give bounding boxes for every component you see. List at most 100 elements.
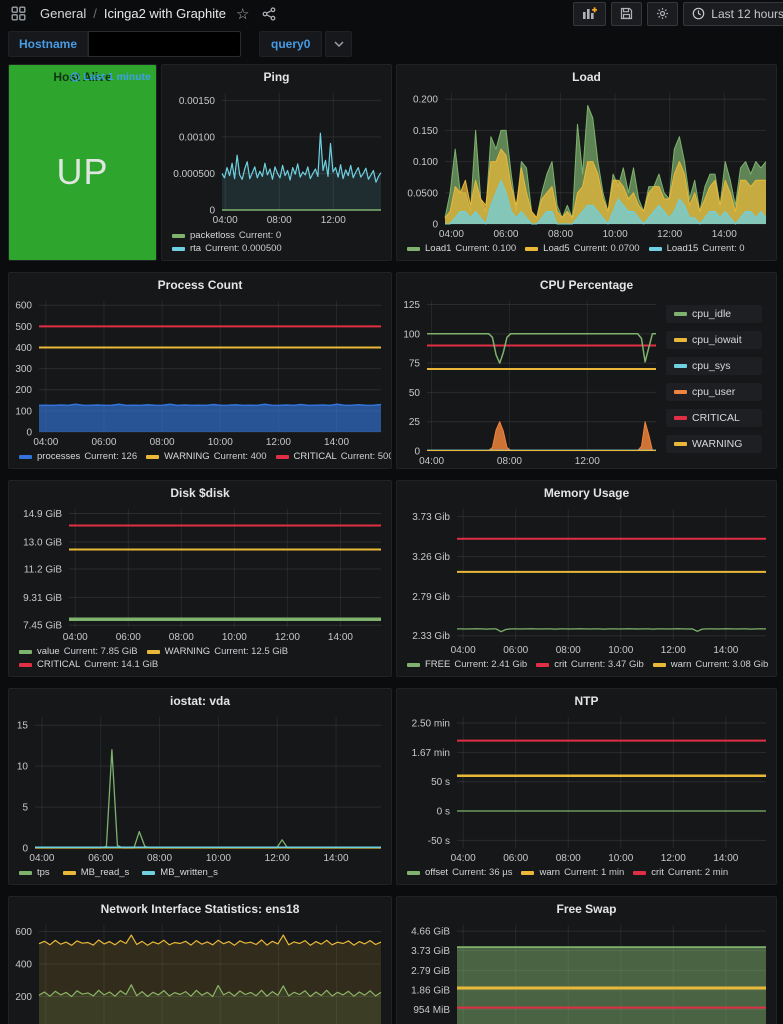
legend-item[interactable]: Load5 Current: 0.0700 — [525, 243, 640, 254]
legend-item[interactable]: rta Current: 0.000500 — [172, 243, 282, 254]
svg-text:3.26 Gib: 3.26 Gib — [412, 552, 450, 563]
hostname-variable-input[interactable] — [88, 31, 242, 57]
ntp-chart[interactable]: 04:00 06:00 08:00 10:00 12:00 14:00 -50 s 0 s 50… — [397, 709, 776, 865]
legend-swatch — [146, 454, 160, 459]
svg-text:2.79 GiB: 2.79 GiB — [411, 966, 450, 977]
svg-text:04:00: 04:00 — [213, 215, 238, 226]
panel-title[interactable]: Load — [397, 65, 776, 85]
breadcrumb-folder[interactable]: General — [40, 6, 86, 21]
chart-svg: 04:00 06:00 08:00 10:00 12:00 14:00 0 100 200 300… — [15, 301, 382, 448]
legend-current-value: Current: 500 — [340, 451, 391, 462]
add-panel-button[interactable] — [573, 1, 607, 26]
dashboard-title[interactable]: Icinga2 with Graphite — [104, 6, 226, 21]
host-status-value: UP — [56, 151, 109, 192]
legend-series-name: cpu_sys — [692, 360, 731, 372]
legend-item[interactable]: cpu_idle — [666, 305, 762, 323]
panel-title[interactable]: Memory Usage — [397, 481, 776, 501]
svg-text:12:00: 12:00 — [661, 853, 686, 864]
panel-title[interactable]: CPU Percentage — [397, 273, 776, 293]
legend-item[interactable]: cpu_iowait — [666, 331, 762, 349]
legend-item[interactable]: WARNING Current: 400 — [146, 451, 267, 462]
legend-series-name: rta — [190, 243, 202, 254]
dashboard-settings-button[interactable] — [647, 1, 679, 26]
network-interface-chart[interactable]: 200 400 600 — [9, 917, 391, 1024]
legend-item[interactable]: CRITICAL Current: 14.1 GiB — [19, 659, 158, 670]
legend-item[interactable]: value Current: 7.85 GiB — [19, 646, 138, 657]
disk-chart[interactable]: 04:00 06:00 08:00 10:00 12:00 14:00 7.45 GiB 9.… — [9, 501, 391, 644]
svg-text:0.0500: 0.0500 — [407, 188, 438, 199]
ping-chart[interactable]: 04:00 08:00 12:00 0 0.000500 0.00100 0.00150 — [162, 85, 391, 227]
svg-text:10: 10 — [17, 762, 29, 773]
panel-host-alive[interactable]: Host Alive Last 1 minute UP — [8, 64, 157, 261]
svg-text:14:00: 14:00 — [713, 645, 738, 656]
legend-item[interactable]: warn Current: 1 min — [521, 867, 624, 878]
hostname-variable-label[interactable]: Hostname — [8, 31, 89, 57]
legend-item[interactable]: Load1 Current: 0.100 — [407, 243, 516, 254]
legend-item[interactable]: processes Current: 126 — [19, 451, 137, 462]
legend-item[interactable]: MB_written_s — [142, 867, 222, 878]
legend-item[interactable]: FREE Current: 2.41 Gib — [407, 659, 527, 670]
legend-series-name: FREE — [425, 659, 451, 670]
star-icon[interactable]: ☆ — [233, 5, 252, 23]
legend-item[interactable]: crit Current: 3.47 Gib — [536, 659, 644, 670]
svg-text:75: 75 — [409, 359, 421, 370]
breadcrumb: General / Icinga2 with Graphite ☆ — [8, 5, 279, 23]
svg-text:08:00: 08:00 — [548, 229, 573, 240]
legend-swatch — [19, 870, 32, 875]
legend-item[interactable]: cpu_user — [666, 383, 762, 401]
load-chart[interactable]: 04:00 06:00 08:00 10:00 12:00 14:00 0 0.0500 0.1… — [397, 85, 776, 241]
chart-svg: 04:00 08:00 12:00 0 25 50 75 100 125 — [403, 300, 656, 467]
legend-current-value: Current: 2.41 Gib — [454, 659, 528, 670]
svg-text:06:00: 06:00 — [503, 853, 528, 864]
panel-title[interactable]: iostat: vda — [9, 689, 391, 709]
legend-item[interactable]: packetloss Current: 0 — [172, 230, 281, 241]
panel-title[interactable]: Ping — [162, 65, 391, 85]
legend-series-name: warn — [539, 867, 561, 878]
panel-title[interactable]: Process Count — [9, 273, 391, 293]
legend-swatch — [172, 246, 185, 251]
share-icon[interactable] — [259, 6, 279, 21]
svg-text:0.00150: 0.00150 — [179, 96, 216, 107]
legend-item[interactable]: MB_read_s — [62, 867, 134, 878]
disk-legend: value Current: 7.85 GiB WARNING Current: 12… — [9, 644, 329, 676]
process-count-chart[interactable]: 04:00 06:00 08:00 10:00 12:00 14:00 0 100 200 300… — [9, 293, 391, 449]
panel-title[interactable]: Free Swap — [397, 897, 776, 917]
legend-item[interactable]: cpu_sys — [666, 357, 762, 375]
legend-item[interactable]: warn Current: 3.08 Gib — [652, 659, 768, 670]
query-chevron-down-icon[interactable] — [325, 31, 353, 57]
iostat-chart[interactable]: 04:00 06:00 08:00 10:00 12:00 14:00 0 5 10 15 — [9, 709, 391, 865]
legend-item[interactable]: WARNING Current: 12.5 GiB — [146, 646, 288, 657]
panel-title[interactable]: NTP — [397, 689, 776, 709]
save-dashboard-button[interactable] — [611, 1, 643, 26]
legend-item[interactable]: CRITICAL Current: 500 — [275, 451, 391, 462]
legend-series-name: packetloss — [190, 230, 235, 241]
process-count-legend: processes Current: 126 WARNING Current: 400… — [9, 449, 391, 468]
legend-swatch — [407, 870, 420, 875]
time-range-picker[interactable]: Last 12 hours — [683, 1, 783, 26]
dashboards-grid-icon[interactable] — [8, 6, 29, 21]
legend-item[interactable]: WARNING — [666, 435, 762, 453]
legend-item[interactable]: offset Current: 36 µs — [407, 867, 512, 878]
legend-swatch — [19, 662, 32, 667]
svg-text:300: 300 — [15, 364, 32, 375]
svg-text:08:00: 08:00 — [556, 853, 581, 864]
memory-usage-chart[interactable]: 04:00 06:00 08:00 10:00 12:00 14:00 2.33 Gib 2.… — [397, 501, 776, 657]
svg-text:06:00: 06:00 — [91, 437, 116, 448]
svg-text:0: 0 — [209, 206, 215, 217]
legend-item[interactable]: CRITICAL — [666, 409, 762, 427]
svg-text:0.150: 0.150 — [413, 126, 438, 137]
cpu-percentage-chart[interactable]: 04:00 08:00 12:00 0 25 50 75 100 125 — [397, 293, 666, 468]
free-swap-chart[interactable]: 954 MiB 1.86 GiB 2.79 GiB 3.73 GiB 4.66 GiB — [397, 917, 776, 1024]
legend-item[interactable]: tps — [19, 867, 54, 878]
legend-item[interactable]: crit Current: 2 min — [633, 867, 728, 878]
panel-title[interactable]: Network Interface Statistics: ens18 — [9, 897, 391, 917]
svg-text:04:00: 04:00 — [439, 229, 464, 240]
svg-text:0.100: 0.100 — [413, 157, 438, 168]
panel-title[interactable]: Disk $disk — [9, 481, 391, 501]
legend-swatch — [652, 662, 666, 667]
legend-swatch — [674, 416, 687, 420]
chart-svg: 954 MiB 1.86 GiB 2.79 GiB 3.73 GiB 4.66 GiB — [411, 925, 766, 1024]
query0-button[interactable]: query0 — [259, 31, 323, 57]
host-alive-time-badge[interactable]: Last 1 minute — [70, 71, 151, 83]
legend-item[interactable]: Load15 Current: 0 — [648, 243, 745, 254]
